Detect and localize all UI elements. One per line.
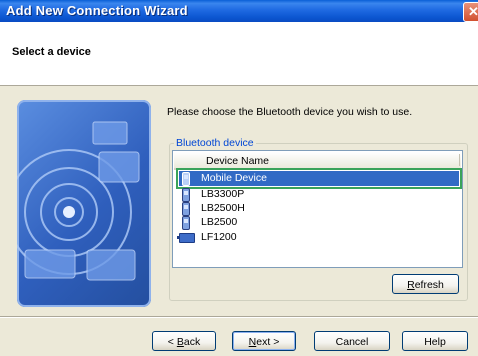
instruction-text: Please choose the Bluetooth device you w… [167,106,413,118]
list-item-lb3300p[interactable]: LB3300P [179,187,459,202]
bluetooth-illustration [17,100,151,307]
column-separator[interactable] [459,154,460,166]
device-list[interactable]: Device Name Mobile Device LB3300P LB2500… [172,150,463,268]
column-header-label: Device Name [206,155,270,167]
column-header-device-name[interactable]: Device Name [174,152,461,170]
title-bar[interactable]: Add New Connection Wizard ✕ [0,0,478,22]
close-icon[interactable]: ✕ [463,2,478,22]
refresh-label-post: efresh [414,279,444,291]
phone-icon [182,188,190,202]
list-item-lf1200[interactable]: LF1200 [177,230,459,245]
window-title: Add New Connection Wizard [6,3,188,18]
cancel-button[interactable]: Cancel [314,331,390,351]
refresh-label-mnemonic: R [407,279,415,291]
wizard-window: Add New Connection Wizard ✕ Select a dev… [0,0,478,356]
list-item-mobile-device[interactable]: Mobile Device [176,168,462,189]
device-name: Mobile Device [201,172,267,184]
back-label-post: ack [183,336,201,348]
back-label-pre: < [167,336,177,348]
back-button[interactable]: < Back [152,331,216,351]
next-button[interactable]: Next > [232,331,296,351]
bluetooth-adapter-icon [177,231,195,243]
phone-icon [182,202,190,216]
list-item-lb2500[interactable]: LB2500 [179,215,459,230]
device-name: LB3300P [201,188,245,200]
phone-icon [182,172,190,186]
list-item-lb2500h[interactable]: LB2500H [179,201,459,216]
bluetooth-waves-icon [17,121,140,281]
page-title: Select a device [12,46,91,58]
help-button[interactable]: Help [402,331,468,351]
back-label-mnemonic: B [176,336,184,348]
wizard-header: Select a device [0,22,478,86]
device-name: LB2500H [201,202,245,214]
refresh-button[interactable]: Refresh [392,274,459,294]
group-label: Bluetooth device [174,137,256,149]
phone-icon [182,216,190,230]
footer-divider [0,316,478,318]
device-name: LB2500 [201,216,238,228]
device-name: LF1200 [201,231,237,243]
next-label-post: ext > [256,336,280,348]
